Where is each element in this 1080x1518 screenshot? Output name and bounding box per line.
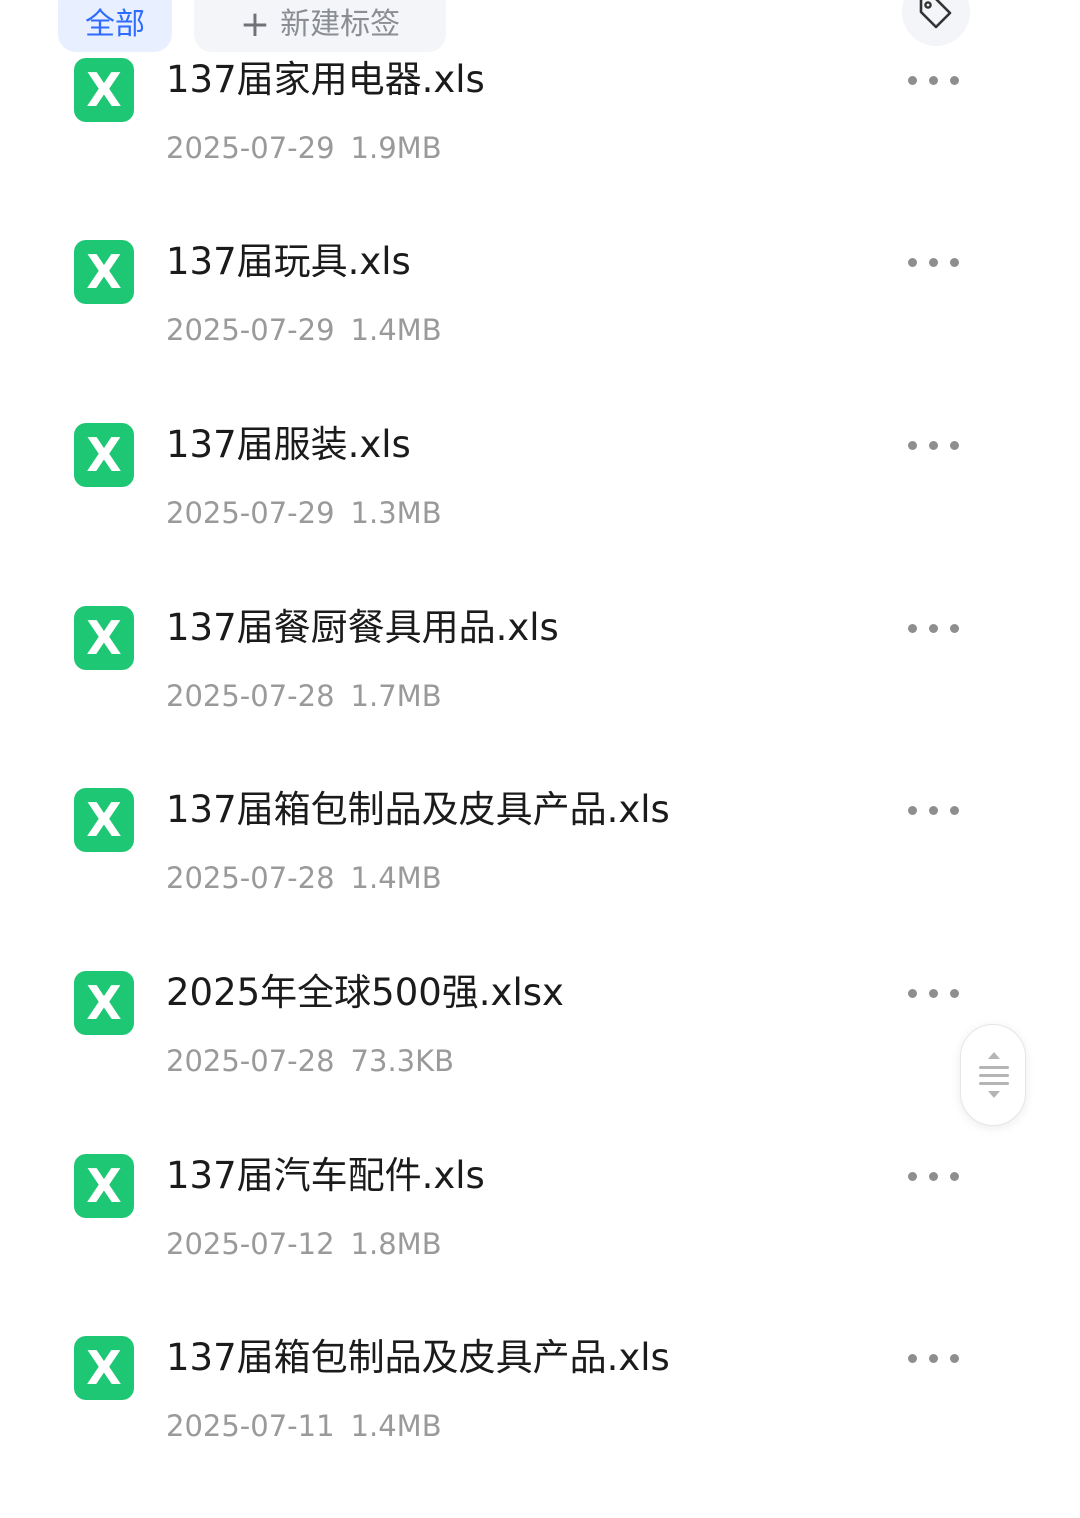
excel-icon: X (74, 423, 134, 487)
file-name: 137届玩具.xls (166, 240, 411, 283)
file-date: 2025-07-11 (166, 1409, 335, 1443)
tag-bar: 全部 + 新建标签 (0, 0, 1080, 56)
excel-icon: X (74, 1154, 134, 1218)
file-row[interactable]: X 137届汽车配件.xls 2025-07-12 1.8MB (0, 1154, 1080, 1336)
tag-icon (919, 0, 952, 29)
more-options-icon[interactable] (900, 796, 966, 826)
more-options-icon[interactable] (900, 431, 966, 461)
file-row[interactable]: X 137届箱包制品及皮具产品.xls 2025-07-28 1.4MB (0, 788, 1080, 970)
file-row[interactable]: X 2025年全球500强.xlsx 2025-07-28 73.3KB (0, 971, 1080, 1153)
more-options-icon[interactable] (900, 614, 966, 644)
file-row[interactable]: X 137届服装.xls 2025-07-29 1.3MB (0, 423, 1080, 605)
file-size: 1.8MB (350, 1227, 442, 1261)
more-options-icon[interactable] (900, 66, 966, 96)
file-meta: 2025-07-29 1.3MB (166, 493, 442, 533)
file-date: 2025-07-12 (166, 1227, 335, 1261)
excel-icon: X (74, 606, 134, 670)
file-size: 73.3KB (350, 1044, 455, 1078)
file-meta: 2025-07-29 1.9MB (166, 128, 442, 168)
file-date: 2025-07-28 (166, 861, 335, 895)
file-row[interactable]: X 137届家用电器.xls 2025-07-29 1.9MB (0, 58, 1080, 240)
file-size: 1.4MB (350, 313, 442, 347)
file-date: 2025-07-29 (166, 496, 335, 530)
new-tag-button[interactable]: + 新建标签 (194, 0, 446, 52)
file-meta: 2025-07-28 73.3KB (166, 1041, 454, 1081)
file-meta: 2025-07-29 1.4MB (166, 310, 442, 350)
excel-icon: X (74, 971, 134, 1035)
file-name: 2025年全球500强.xlsx (166, 971, 564, 1014)
file-meta: 2025-07-28 1.7MB (166, 676, 442, 716)
new-tag-label: 新建标签 (280, 7, 401, 42)
file-meta: 2025-07-12 1.8MB (166, 1224, 442, 1264)
file-name: 137届箱包制品及皮具产品.xls (166, 1336, 670, 1379)
file-date: 2025-07-28 (166, 1044, 335, 1078)
more-options-icon[interactable] (900, 1344, 966, 1374)
excel-icon: X (74, 240, 134, 304)
file-row[interactable]: X 137届箱包制品及皮具产品.xls 2025-07-11 1.4MB (0, 1336, 1080, 1518)
file-meta: 2025-07-28 1.4MB (166, 858, 442, 898)
file-name: 137届箱包制品及皮具产品.xls (166, 788, 670, 831)
file-date: 2025-07-29 (166, 131, 335, 165)
scroll-handle-icon (979, 1052, 1009, 1098)
file-date: 2025-07-29 (166, 313, 335, 347)
file-size: 1.3MB (350, 496, 442, 530)
file-row[interactable]: X 137届餐厨餐具用品.xls 2025-07-28 1.7MB (0, 606, 1080, 788)
file-size: 1.4MB (350, 861, 442, 895)
file-size: 1.9MB (350, 131, 442, 165)
file-meta: 2025-07-11 1.4MB (166, 1406, 442, 1446)
tag-all-button[interactable]: 全部 (58, 0, 172, 52)
more-options-icon[interactable] (900, 979, 966, 1009)
plus-icon: + (239, 4, 271, 45)
file-size: 1.4MB (350, 1409, 442, 1443)
file-name: 137届汽车配件.xls (166, 1154, 485, 1197)
file-list: X 137届家用电器.xls 2025-07-29 1.9MB X 137届玩具.… (0, 0, 1080, 1443)
file-name: 137届餐厨餐具用品.xls (166, 606, 559, 649)
excel-icon: X (74, 1336, 134, 1400)
tag-manage-button[interactable] (902, 0, 970, 46)
file-size: 1.7MB (350, 679, 442, 713)
file-date: 2025-07-28 (166, 679, 335, 713)
file-name: 137届服装.xls (166, 423, 411, 466)
more-options-icon[interactable] (900, 1162, 966, 1192)
excel-icon: X (74, 58, 134, 122)
excel-icon: X (74, 788, 134, 852)
scroll-handle[interactable] (960, 1024, 1026, 1126)
file-row[interactable]: X 137届玩具.xls 2025-07-29 1.4MB (0, 240, 1080, 422)
more-options-icon[interactable] (900, 248, 966, 278)
file-name: 137届家用电器.xls (166, 58, 485, 101)
